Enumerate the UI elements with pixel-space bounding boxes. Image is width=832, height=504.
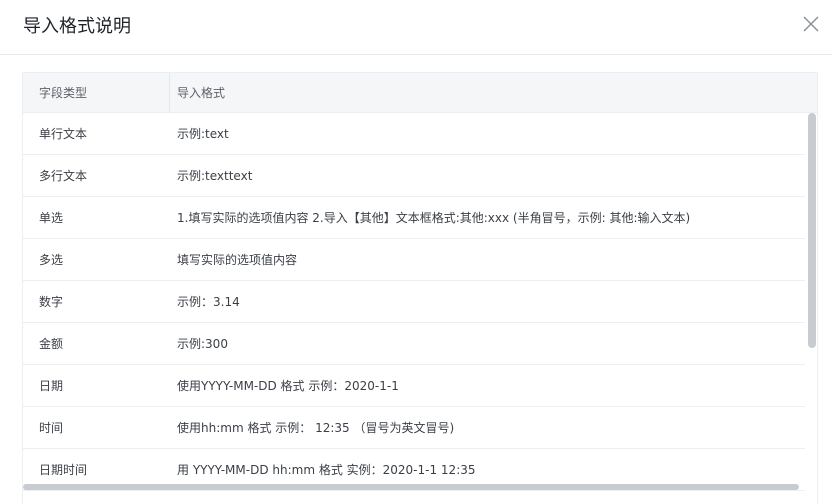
table-row: 金额 示例:300 [23, 323, 807, 365]
vertical-scrollbar-thumb[interactable] [808, 113, 816, 348]
cell-import-format: 示例：3.14 [177, 295, 240, 309]
horizontal-scrollbar[interactable] [23, 484, 817, 492]
cell-field-type: 多行文本 [39, 169, 88, 183]
cell-import-format: 使用YYYY-MM-DD 格式 示例：2020-1-1 [177, 379, 399, 393]
table-row: 多行文本 示例:texttext [23, 155, 807, 197]
table-body: 单行文本 示例:text 多行文本 示例:texttext 单选 1.填写实际的… [23, 113, 807, 491]
cell-import-format: 填写实际的选项值内容 [177, 253, 298, 267]
cell-import-format: 使用hh:mm 格式 示例： 12:35 （冒号为英文冒号) [177, 421, 455, 435]
dialog-header: 导入格式说明 [0, 0, 832, 55]
vertical-scrollbar[interactable] [805, 113, 817, 504]
table-row: 时间 使用hh:mm 格式 示例： 12:35 （冒号为英文冒号) [23, 407, 807, 449]
cell-import-format: 示例:texttext [177, 169, 253, 183]
cell-field-type: 多选 [39, 253, 64, 267]
cell-field-type: 单行文本 [39, 127, 88, 141]
cell-field-type: 金额 [39, 337, 64, 351]
cell-field-type: 日期 [39, 379, 64, 393]
cell-field-type: 时间 [39, 421, 64, 435]
cell-import-format: 示例:300 [177, 337, 228, 351]
cell-import-format: 示例:text [177, 127, 229, 141]
cell-field-type: 单选 [39, 211, 64, 225]
table-row: 数字 示例：3.14 [23, 281, 807, 323]
header-divider [169, 73, 170, 113]
horizontal-scrollbar-thumb[interactable] [23, 484, 799, 490]
header-field-type: 字段类型 [39, 86, 88, 100]
close-icon[interactable] [802, 15, 820, 33]
cell-import-format: 1.填写实际的选项值内容 2.导入【其他】文本框格式:其他:xxx (半角冒号，… [177, 211, 691, 225]
table-row: 单行文本 示例:text [23, 113, 807, 155]
table-row: 日期 使用YYYY-MM-DD 格式 示例：2020-1-1 [23, 365, 807, 407]
format-table: 字段类型 导入格式 单行文本 示例:text 多行文本 示例:texttext … [22, 72, 818, 504]
dialog-title: 导入格式说明 [23, 16, 131, 37]
header-import-format: 导入格式 [177, 86, 226, 100]
table-row: 多选 填写实际的选项值内容 [23, 239, 807, 281]
table-row: 单选 1.填写实际的选项值内容 2.导入【其他】文本框格式:其他:xxx (半角… [23, 197, 807, 239]
table-header: 字段类型 导入格式 [23, 73, 817, 113]
close-button[interactable] [802, 15, 820, 33]
cell-field-type: 数字 [39, 295, 64, 309]
